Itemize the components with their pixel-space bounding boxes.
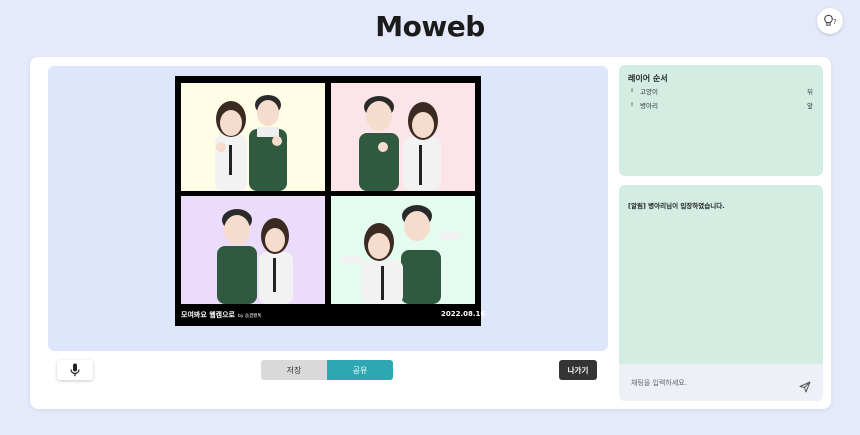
- save-button[interactable]: 저장: [261, 360, 327, 380]
- layer-order-title: 레이어 순서: [628, 74, 668, 83]
- photo-caption: 모여봐요 웹캠으로 by 숨겹됐톡: [181, 310, 261, 320]
- couple-illustration: [215, 95, 287, 191]
- lightbulb-question-icon: ?: [824, 14, 837, 26]
- app-logo: Moweb: [375, 10, 485, 43]
- layer-item-position: 뒤: [807, 88, 813, 96]
- chat-input[interactable]: [631, 376, 781, 390]
- layer-item-name: 고양이: [640, 88, 658, 96]
- couple-illustration: [341, 205, 461, 304]
- photo-cell-3: [181, 196, 325, 304]
- layer-item[interactable]: ⇕ 고양이 뒤: [630, 85, 813, 97]
- photo-caption-by: by 숨겹됐톡: [237, 314, 262, 319]
- drag-handle-icon[interactable]: ⇕: [630, 88, 640, 94]
- photo-cell-4: [331, 196, 475, 304]
- chat-message: [알림] 병아리님이 입장하였습니다.: [628, 202, 725, 210]
- photo-cell-1: [181, 83, 325, 191]
- photo-date: 2022.08.16: [441, 310, 486, 318]
- layer-item[interactable]: ⇕ 병아리 앞: [630, 99, 813, 111]
- hint-button[interactable]: ?: [817, 8, 843, 34]
- microphone-icon: [70, 363, 80, 377]
- share-button[interactable]: 공유: [327, 360, 393, 380]
- send-button[interactable]: [799, 378, 811, 393]
- layer-item-position: 앞: [807, 102, 813, 110]
- photo-caption-title: 모여봐요 웹캠으로: [181, 311, 235, 319]
- couple-illustration: [217, 209, 293, 304]
- send-icon: [799, 381, 811, 393]
- photo-cell-2: [331, 83, 475, 191]
- couple-illustration: [359, 96, 441, 191]
- svg-text:?: ?: [833, 18, 837, 26]
- exit-button[interactable]: 나가기: [559, 360, 597, 380]
- drag-handle-icon[interactable]: ⇕: [630, 102, 640, 108]
- mic-button[interactable]: [57, 360, 93, 380]
- layer-item-name: 병아리: [640, 102, 658, 110]
